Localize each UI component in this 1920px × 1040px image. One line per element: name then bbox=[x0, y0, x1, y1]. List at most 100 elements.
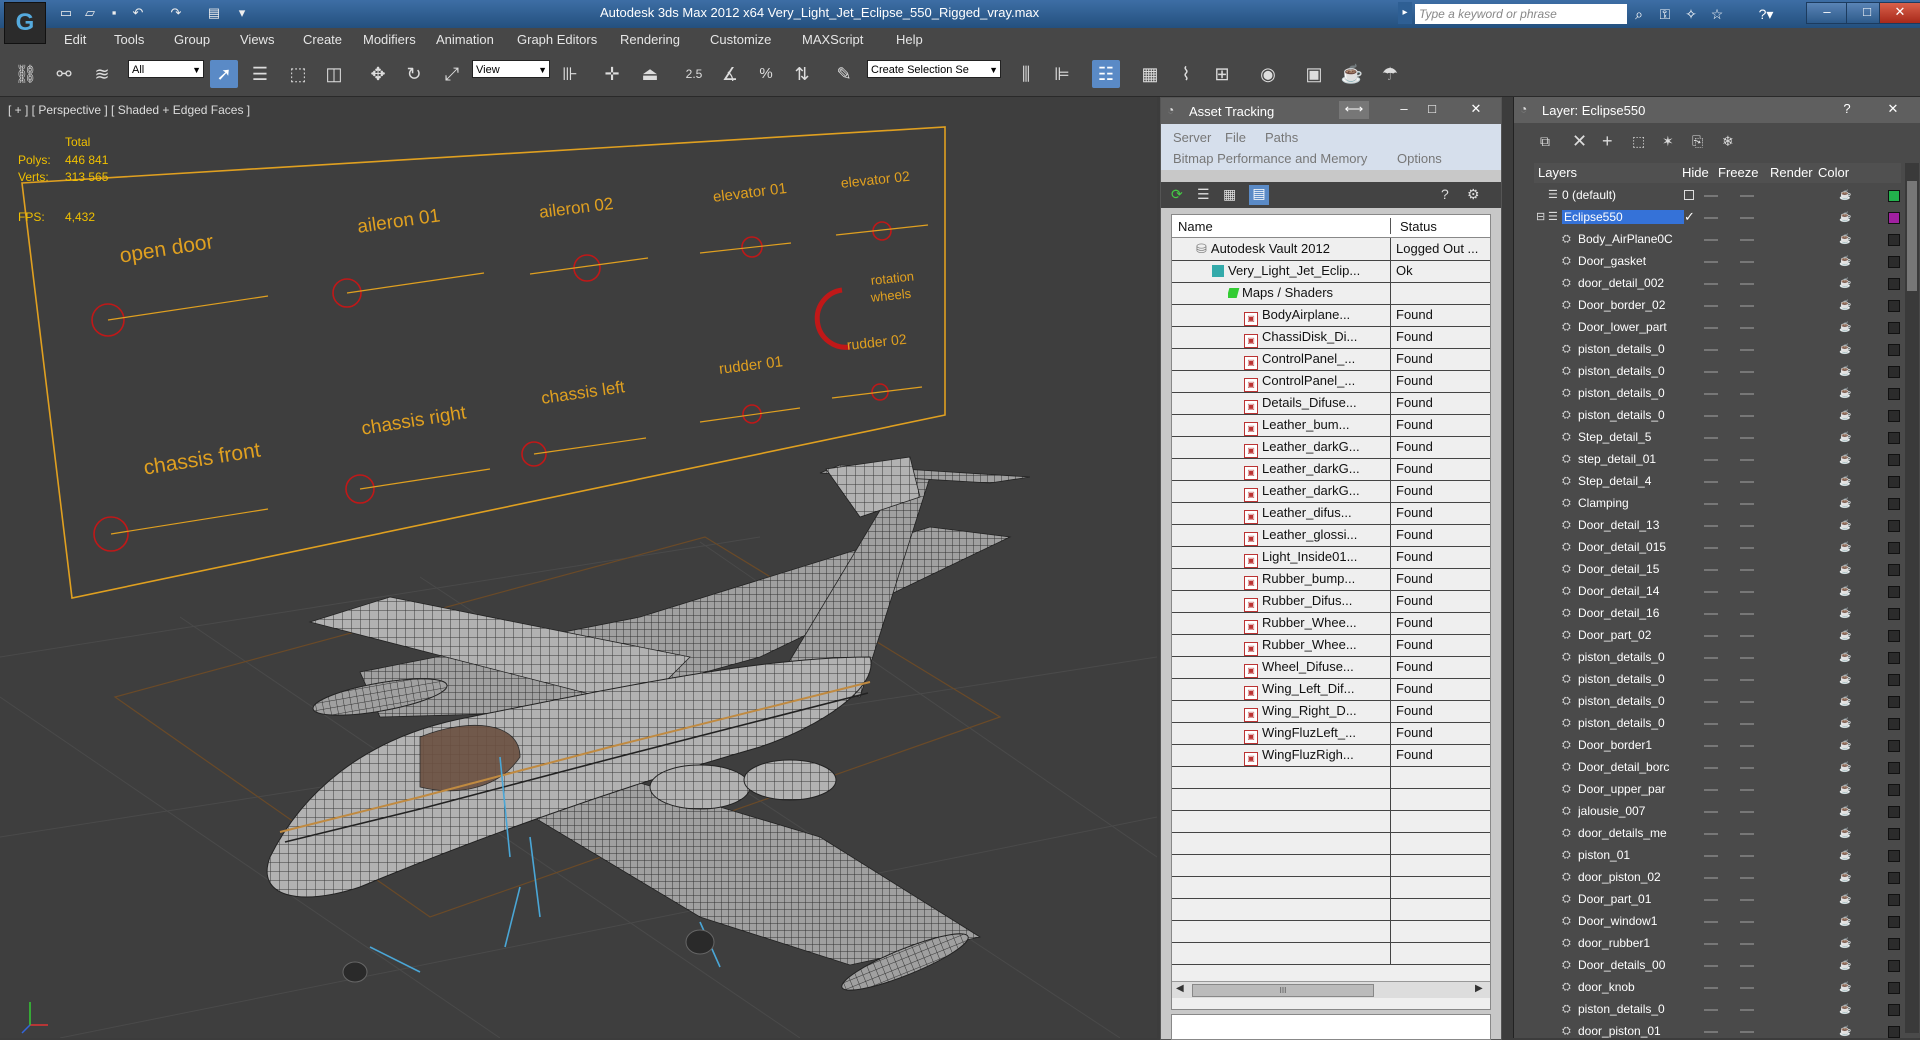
list-view-icon[interactable]: ☰ bbox=[1197, 186, 1210, 203]
layer-color-swatch[interactable] bbox=[1888, 1004, 1900, 1016]
layer-color-swatch[interactable] bbox=[1888, 410, 1900, 422]
layer-object-row[interactable]: ⛭ Door_detail_13 ☕ bbox=[1534, 515, 1901, 537]
layer-object-row[interactable]: ⛭ Door_part_01 ☕ bbox=[1534, 889, 1901, 911]
asset-row[interactable]: ▣ Wing_Left_Dif... Found bbox=[1172, 678, 1490, 701]
render-teapot-icon[interactable]: ☕ bbox=[1839, 895, 1851, 905]
col-layers[interactable]: Layers bbox=[1538, 165, 1577, 180]
layer-object-row[interactable]: ⛭ step_detail_01 ☕ bbox=[1534, 449, 1901, 471]
asset-menu-server[interactable]: Server bbox=[1173, 130, 1211, 145]
hide-toggle[interactable] bbox=[1704, 613, 1718, 615]
freeze-toggle[interactable] bbox=[1740, 437, 1754, 439]
undo-icon[interactable]: ↶ bbox=[128, 4, 148, 22]
col-status-header[interactable]: Status bbox=[1400, 219, 1437, 234]
hide-toggle[interactable] bbox=[1704, 217, 1718, 219]
layer-color-swatch[interactable] bbox=[1888, 740, 1900, 752]
freeze-toggle[interactable] bbox=[1740, 723, 1754, 725]
layer-color-swatch[interactable] bbox=[1888, 344, 1900, 356]
freeze-toggle[interactable] bbox=[1740, 195, 1754, 197]
hide-toggle[interactable] bbox=[1704, 877, 1718, 879]
asset-row[interactable]: ▣ Wheel_Difuse... Found bbox=[1172, 656, 1490, 679]
layer-color-swatch[interactable] bbox=[1888, 696, 1900, 708]
layer-color-swatch[interactable] bbox=[1888, 300, 1900, 312]
hide-toggle[interactable] bbox=[1704, 327, 1718, 329]
render-teapot-icon[interactable]: ☕ bbox=[1839, 433, 1851, 443]
spinner-snap-icon[interactable]: ⇅ bbox=[788, 60, 816, 88]
layer-object-row[interactable]: ⛭ Door_lower_part ☕ bbox=[1534, 317, 1901, 339]
layer-object-row[interactable]: ⛭ door_details_me ☕ bbox=[1534, 823, 1901, 845]
col-color[interactable]: Color bbox=[1818, 165, 1849, 180]
freeze-toggle[interactable] bbox=[1740, 261, 1754, 263]
menu-group[interactable]: Group bbox=[174, 32, 210, 47]
render-teapot-icon[interactable]: ☕ bbox=[1839, 675, 1851, 685]
layer-color-swatch[interactable] bbox=[1888, 256, 1900, 268]
col-render[interactable]: Render bbox=[1770, 165, 1813, 180]
layer-object-row[interactable]: ⛭ Door_upper_par ☕ bbox=[1534, 779, 1901, 801]
graphite-modeling-icon[interactable]: ▦ bbox=[1136, 60, 1164, 88]
hide-toggle[interactable] bbox=[1704, 679, 1718, 681]
layer-row[interactable]: ⊟ ☰ Eclipse550 ✓ ☕ bbox=[1534, 207, 1901, 229]
freeze-toggle[interactable] bbox=[1740, 679, 1754, 681]
hide-toggle[interactable] bbox=[1704, 855, 1718, 857]
render-teapot-icon[interactable]: ☕ bbox=[1839, 741, 1851, 751]
layer-object-row[interactable]: ⛭ door_detail_002 ☕ bbox=[1534, 273, 1901, 295]
freeze-toggle[interactable] bbox=[1740, 393, 1754, 395]
new-file-icon[interactable]: ▭ bbox=[56, 4, 76, 22]
freeze-toggle[interactable] bbox=[1740, 811, 1754, 813]
active-layer-checkmark-icon[interactable]: ✓ bbox=[1684, 209, 1695, 225]
render-teapot-icon[interactable]: ☕ bbox=[1839, 939, 1851, 949]
freeze-toggle[interactable] bbox=[1740, 591, 1754, 593]
freeze-toggle[interactable] bbox=[1740, 613, 1754, 615]
render-teapot-icon[interactable]: ☕ bbox=[1839, 983, 1851, 993]
asset-row[interactable]: Very_Light_Jet_Eclip... Ok bbox=[1172, 260, 1490, 283]
asset-row[interactable]: ▣ Rubber_bump... Found bbox=[1172, 568, 1490, 591]
render-teapot-icon[interactable]: ☕ bbox=[1839, 213, 1851, 223]
snaps-toggle-icon[interactable]: 2.5 bbox=[680, 60, 708, 88]
angle-snap-icon[interactable]: ∡ bbox=[716, 60, 744, 88]
select-and-link-icon[interactable]: ⛓ bbox=[12, 60, 40, 88]
layer-object-row[interactable]: ⛭ jalousie_007 ☕ bbox=[1534, 801, 1901, 823]
asset-help-icon[interactable]: ? bbox=[1441, 186, 1449, 202]
col-freeze[interactable]: Freeze bbox=[1718, 165, 1758, 180]
hide-toggle[interactable] bbox=[1704, 283, 1718, 285]
hide-toggle[interactable] bbox=[1704, 833, 1718, 835]
minimize-button[interactable]: – bbox=[1806, 2, 1848, 24]
freeze-toggle[interactable] bbox=[1740, 987, 1754, 989]
asset-settings-icon[interactable]: ⚙ bbox=[1467, 186, 1480, 203]
layer-color-swatch[interactable] bbox=[1888, 674, 1900, 686]
render-teapot-icon[interactable]: ☕ bbox=[1839, 697, 1851, 707]
layer-color-swatch[interactable] bbox=[1888, 872, 1900, 884]
asset-row[interactable]: ▣ Rubber_Whee... Found bbox=[1172, 634, 1490, 657]
mirror-icon[interactable]: ⫼ bbox=[1012, 60, 1040, 88]
hide-toggle[interactable] bbox=[1704, 767, 1718, 769]
render-teapot-icon[interactable]: ☕ bbox=[1839, 587, 1851, 597]
reference-coordinate-dropdown[interactable]: View ▼ bbox=[472, 60, 550, 78]
layer-color-swatch[interactable] bbox=[1888, 366, 1900, 378]
render-teapot-icon[interactable]: ☕ bbox=[1839, 1027, 1851, 1037]
render-production-icon[interactable]: ☂ bbox=[1376, 60, 1404, 88]
render-teapot-icon[interactable]: ☕ bbox=[1839, 279, 1851, 289]
viewport-label[interactable]: [ + ] [ Perspective ] [ Shaded + Edged F… bbox=[8, 103, 250, 117]
render-teapot-icon[interactable]: ☕ bbox=[1839, 257, 1851, 267]
layer-object-row[interactable]: ⛭ Step_detail_4 ☕ bbox=[1534, 471, 1901, 493]
render-setup-icon[interactable]: ▣ bbox=[1300, 60, 1328, 88]
freeze-toggle[interactable] bbox=[1740, 635, 1754, 637]
layer-color-swatch[interactable] bbox=[1888, 652, 1900, 664]
layer-object-row[interactable]: ⛭ Door_detail_015 ☕ bbox=[1534, 537, 1901, 559]
hide-toggle[interactable] bbox=[1704, 811, 1718, 813]
delete-layer-icon[interactable]: ✕ bbox=[1572, 131, 1587, 152]
render-teapot-icon[interactable]: ☕ bbox=[1839, 477, 1851, 487]
asset-row[interactable]: ▣ Leather_darkG... Found bbox=[1172, 436, 1490, 459]
render-teapot-icon[interactable]: ☕ bbox=[1839, 1005, 1851, 1015]
menu-views[interactable]: Views bbox=[240, 32, 274, 47]
freeze-toggle[interactable] bbox=[1740, 833, 1754, 835]
render-teapot-icon[interactable]: ☕ bbox=[1839, 455, 1851, 465]
hide-toggle[interactable] bbox=[1704, 261, 1718, 263]
hide-toggle[interactable] bbox=[1704, 459, 1718, 461]
project-folder-icon[interactable]: ▤ bbox=[204, 4, 224, 22]
render-teapot-icon[interactable]: ☕ bbox=[1839, 961, 1851, 971]
hide-toggle[interactable] bbox=[1704, 657, 1718, 659]
selection-filter-dropdown[interactable]: All ▼ bbox=[128, 60, 204, 78]
hide-toggle[interactable] bbox=[1704, 789, 1718, 791]
freeze-toggle[interactable] bbox=[1740, 569, 1754, 571]
render-teapot-icon[interactable]: ☕ bbox=[1839, 323, 1851, 333]
